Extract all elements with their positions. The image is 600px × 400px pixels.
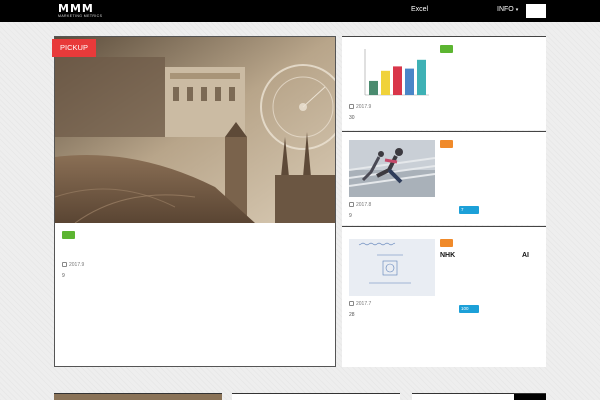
clock-icon: [62, 262, 67, 267]
article-3-title-right[interactable]: AI: [522, 252, 529, 259]
pickup-date-text: 2017.9: [69, 262, 85, 268]
thumb-bar: [393, 66, 402, 95]
pickup-tag: PICKUP: [52, 39, 96, 57]
article-1-count: 30: [349, 115, 355, 121]
chevron-down-icon: ▾: [515, 7, 519, 13]
article-1-thumbnail[interactable]: [349, 43, 435, 100]
article-3-title-left[interactable]: NHK: [440, 252, 455, 259]
category-badge[interactable]: [440, 140, 453, 148]
category-badge[interactable]: [440, 239, 453, 247]
article-3-date-text: 2017.7: [356, 301, 372, 307]
article-3-date: 2017.7: [349, 301, 371, 307]
view-count-badge: 100: [459, 305, 479, 313]
logo-subtext: MARKETING METRICS: [58, 14, 103, 18]
bar-chart-thumbnail: [364, 49, 429, 96]
search-box[interactable]: [526, 4, 546, 18]
pickup-count: 9: [62, 273, 65, 279]
view-count-badge: 7: [459, 206, 479, 214]
clock-icon: [349, 301, 354, 306]
nav-link-excel[interactable]: Excel: [411, 6, 428, 13]
article-3-thumbnail[interactable]: [349, 239, 435, 296]
logo-mark: MMM: [58, 2, 94, 15]
article-card-1[interactable]: 2017.9 30: [342, 36, 546, 130]
category-badge[interactable]: [62, 231, 75, 239]
category-badge[interactable]: [440, 45, 453, 53]
pickup-hero-image[interactable]: [55, 37, 335, 223]
article-1-date: 2017.9: [349, 104, 371, 110]
clock-icon: [349, 202, 354, 207]
thumb-bar: [369, 80, 378, 95]
article-card-2[interactable]: 2017.8 9 7: [342, 131, 546, 225]
bottom-card-2[interactable]: [232, 393, 400, 400]
article-2-date: 2017.8: [349, 202, 371, 208]
pickup-article-card[interactable]: PICKUP 2017.9 9: [52, 36, 336, 367]
thumb-bar: [405, 68, 414, 95]
article-3-count: 28: [349, 312, 355, 318]
nav-menu-info[interactable]: INFO ▾: [497, 6, 518, 13]
article-2-date-text: 2017.8: [356, 202, 372, 208]
article-card-3[interactable]: NHK AI 2017.7 28 100: [342, 226, 546, 367]
top-navbar: MMM MARKETING METRICS Excel INFO ▾: [0, 0, 600, 22]
bottom-card-1[interactable]: [54, 393, 222, 400]
thumb-bar: [417, 59, 426, 95]
article-1-date-text: 2017.9: [356, 104, 372, 110]
article-2-count: 9: [349, 213, 352, 219]
clock-icon: [349, 104, 354, 109]
bottom-card-3-dark: [514, 393, 546, 400]
nav-info-label: INFO: [497, 6, 514, 13]
thumb-bar: [381, 70, 390, 95]
site-logo[interactable]: MMM MARKETING METRICS: [58, 3, 120, 20]
pickup-date: 2017.9: [62, 262, 84, 268]
article-2-thumbnail[interactable]: [349, 140, 435, 197]
